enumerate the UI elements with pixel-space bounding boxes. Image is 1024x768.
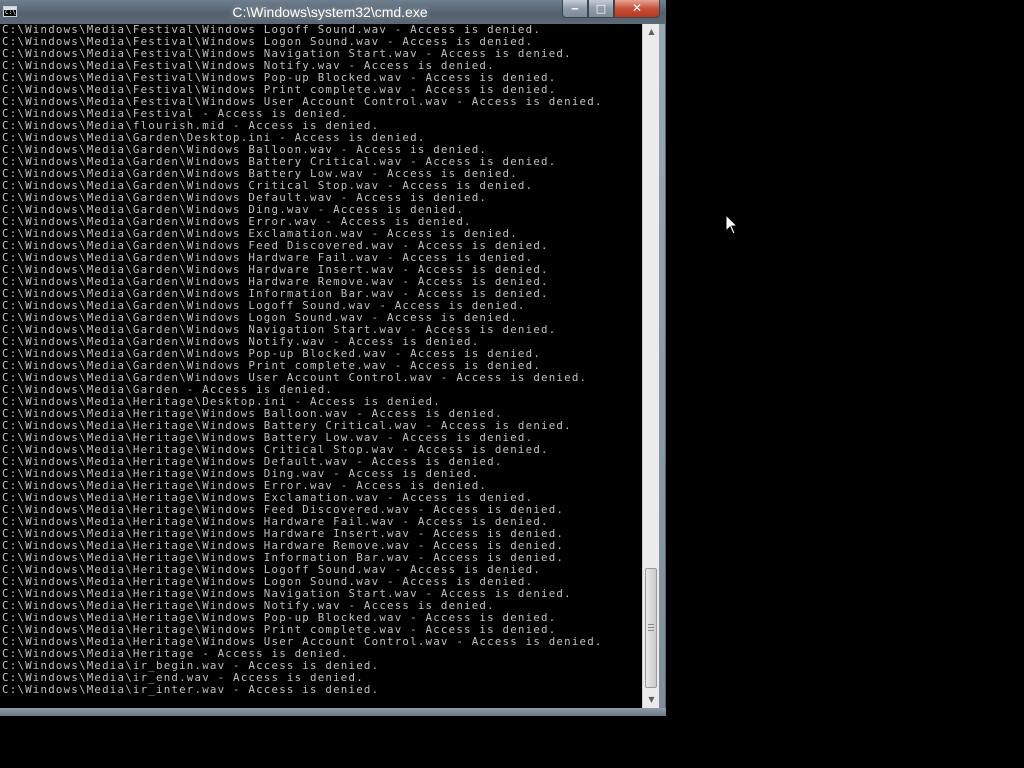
title-bar[interactable]: C:\ C:\Windows\system32\cmd.exe ‒ □ ✕ bbox=[0, 0, 666, 24]
window-bottom-border[interactable] bbox=[0, 708, 666, 716]
mouse-pointer-icon bbox=[725, 214, 739, 235]
console-output[interactable]: C:\Windows\Media\Festival\Windows Logoff… bbox=[0, 24, 642, 708]
maximize-button[interactable]: □ bbox=[588, 0, 614, 18]
scroll-up-button[interactable]: ▲ bbox=[644, 24, 659, 40]
chevron-down-icon: ▼ bbox=[648, 695, 655, 704]
scroll-thumb[interactable] bbox=[645, 568, 657, 688]
maximize-icon: □ bbox=[595, 2, 607, 15]
scroll-down-button[interactable]: ▼ bbox=[644, 692, 659, 708]
cmd-icon-prompt: C:\ bbox=[5, 9, 16, 16]
minimize-icon: ‒ bbox=[571, 2, 579, 15]
cmd-window: C:\ C:\Windows\system32\cmd.exe ‒ □ ✕ C:… bbox=[0, 0, 666, 716]
chevron-up-icon: ▲ bbox=[648, 27, 655, 36]
minimize-button[interactable]: ‒ bbox=[562, 0, 588, 18]
window-title: C:\Windows\system32\cmd.exe bbox=[232, 4, 428, 20]
vertical-scrollbar[interactable]: ▲ ▼ bbox=[642, 24, 659, 708]
close-icon: ✕ bbox=[631, 1, 643, 15]
close-button[interactable]: ✕ bbox=[614, 0, 660, 18]
console-line: C:\Windows\Media\ir_inter.wav - Access i… bbox=[2, 683, 380, 696]
cmd-icon[interactable]: C:\ bbox=[3, 6, 17, 17]
grip-icon bbox=[648, 624, 654, 631]
